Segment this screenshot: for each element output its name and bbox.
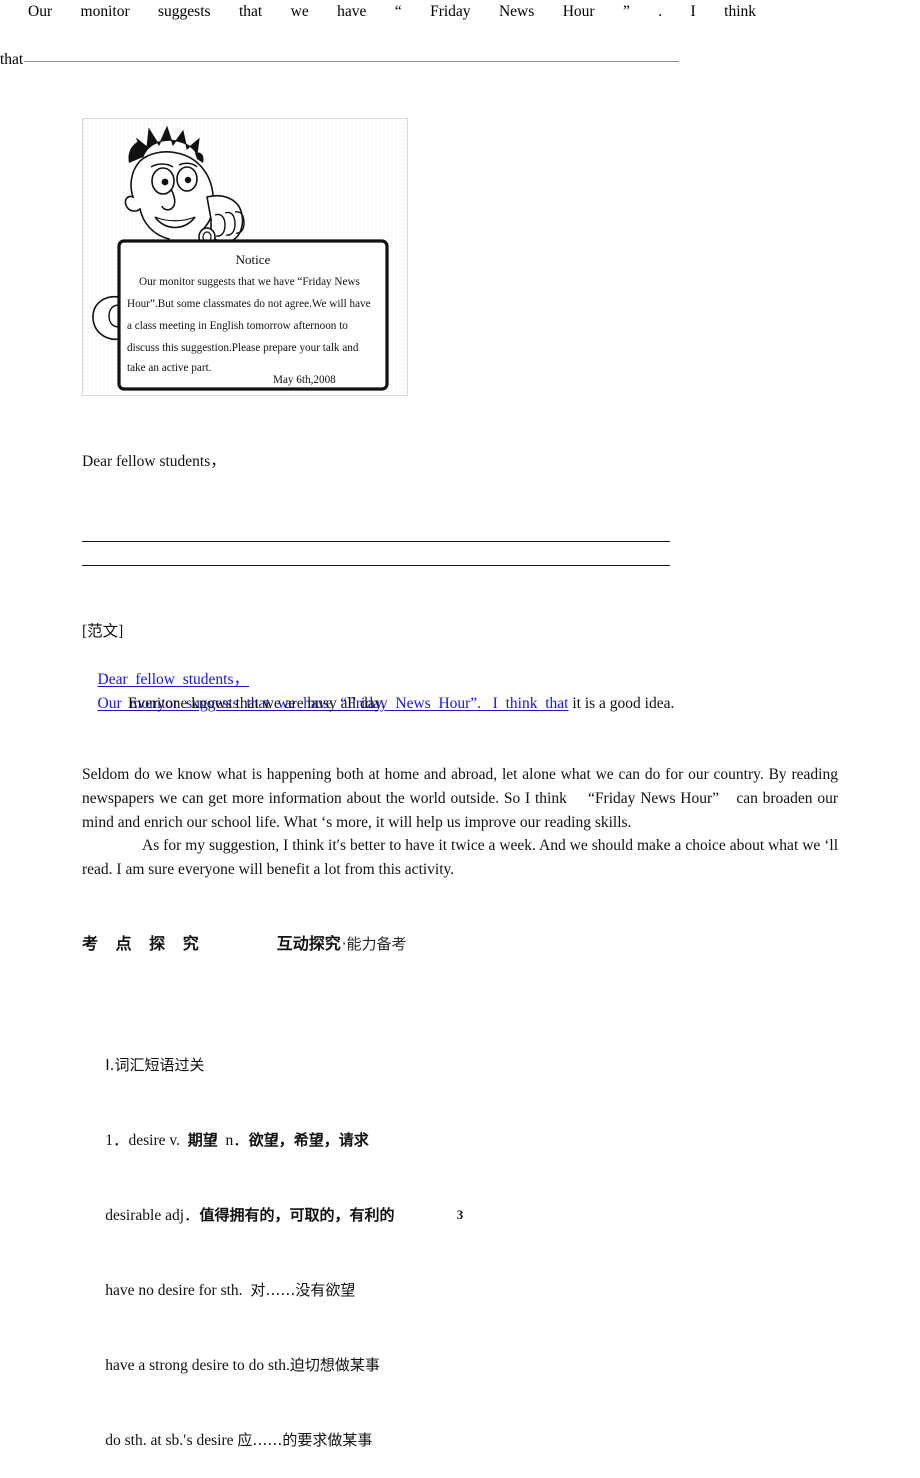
that-with-blank-line: that xyxy=(0,48,756,72)
vocabulary-section: Ⅰ.词汇短语过关 1．desire v. 期望 n．欲望，希望，请求 desir… xyxy=(82,1028,562,1478)
vocab-cn: 期望 xyxy=(187,1131,218,1149)
vocab-cn: 迫切想做某事 xyxy=(289,1356,380,1374)
model-answer-label: [范文] xyxy=(82,623,124,640)
svg-text:Hour”.But some classmates do n: Hour”.But some classmates do not agree.W… xyxy=(127,298,371,310)
fill-in-rule-2 xyxy=(82,565,670,566)
notice-date: May 6th,2008 xyxy=(273,374,336,386)
vocabulary-entry: 1．desire v. 期望 n．欲望，希望，请求 xyxy=(82,1103,562,1178)
section-heading: 考 点 探 究 互动探究 ·能力备考 xyxy=(82,930,407,954)
svg-text:discuss this suggestion.Please: discuss this suggestion.Please prepare y… xyxy=(127,342,359,354)
model-answer-opening-black: it is a good idea. xyxy=(568,694,675,712)
svg-text:take an active part.: take an active part. xyxy=(127,362,212,374)
section-heading-subtitle-light: ·能力备考 xyxy=(341,935,407,953)
notice-clipart-svg: Notice Our monitor suggests that we have… xyxy=(92,125,389,391)
vocab-cn2: 欲望，希望，请求 xyxy=(248,1131,369,1149)
svg-text:a class meeting in English tom: a class meeting in English tomorrow afte… xyxy=(127,320,348,332)
section-heading-title: 考 点 探 究 xyxy=(82,934,205,953)
vocabulary-heading: Ⅰ.词汇短语过关 xyxy=(82,1028,562,1103)
section-heading-subtitle-strong: 互动探究 xyxy=(276,934,341,953)
essay-paragraph-1: Seldom do we know what is happening both… xyxy=(82,766,838,831)
section-heading-subtitle: 互动探究 ·能力备考 xyxy=(277,930,407,954)
page-number: 3 xyxy=(456,1207,464,1222)
vocab-en: 1．desire v. xyxy=(105,1132,188,1149)
document-page: Notice Our monitor suggests that we have… xyxy=(0,0,920,1449)
vocabulary-heading-text: Ⅰ.词汇短语过关 xyxy=(105,1056,205,1074)
notice-title: Notice xyxy=(236,252,271,267)
fill-in-rule-1 xyxy=(82,541,670,542)
vocabulary-entry: have no desire for sth. 对……没有欲望 xyxy=(82,1253,562,1328)
vocab-en2: n． xyxy=(217,1132,249,1149)
model-answer-second-line: Everyone knows that we are busy all day. xyxy=(128,695,386,712)
salutation-text: Dear fellow students， xyxy=(82,453,226,470)
vocab-cn: 应……的要求做某事 xyxy=(237,1431,373,1449)
fill-in-rule-0 xyxy=(24,60,680,62)
svg-text:Our monitor suggests that we: Our monitor suggests that we have “Frida… xyxy=(139,276,360,288)
vocab-en: do sth. at sb.′s desire xyxy=(105,1432,238,1449)
vocab-en: have no desire for sth. xyxy=(105,1282,251,1299)
notice-clipart-figure: Notice Our monitor suggests that we have… xyxy=(82,118,408,396)
essay-paragraph-2-text: As for my suggestion, I think it′s bette… xyxy=(82,837,838,878)
vocab-en: have a strong desire to do sth. xyxy=(105,1357,290,1374)
that-word: that xyxy=(0,50,24,68)
stretched-prompt-text: Our monitor suggests that we have “ Frid… xyxy=(28,3,756,20)
stretched-prompt-line: Our monitor suggests that we have “ Frid… xyxy=(0,0,756,48)
vocabulary-entry: have a strong desire to do sth.迫切想做某事 xyxy=(82,1328,562,1403)
essay-paragraph-2: As for my suggestion, I think it′s bette… xyxy=(82,834,838,882)
vocabulary-entry: do sth. at sb.′s desire 应……的要求做某事 xyxy=(82,1403,562,1478)
vocab-cn: 对……没有欲望 xyxy=(250,1281,356,1299)
